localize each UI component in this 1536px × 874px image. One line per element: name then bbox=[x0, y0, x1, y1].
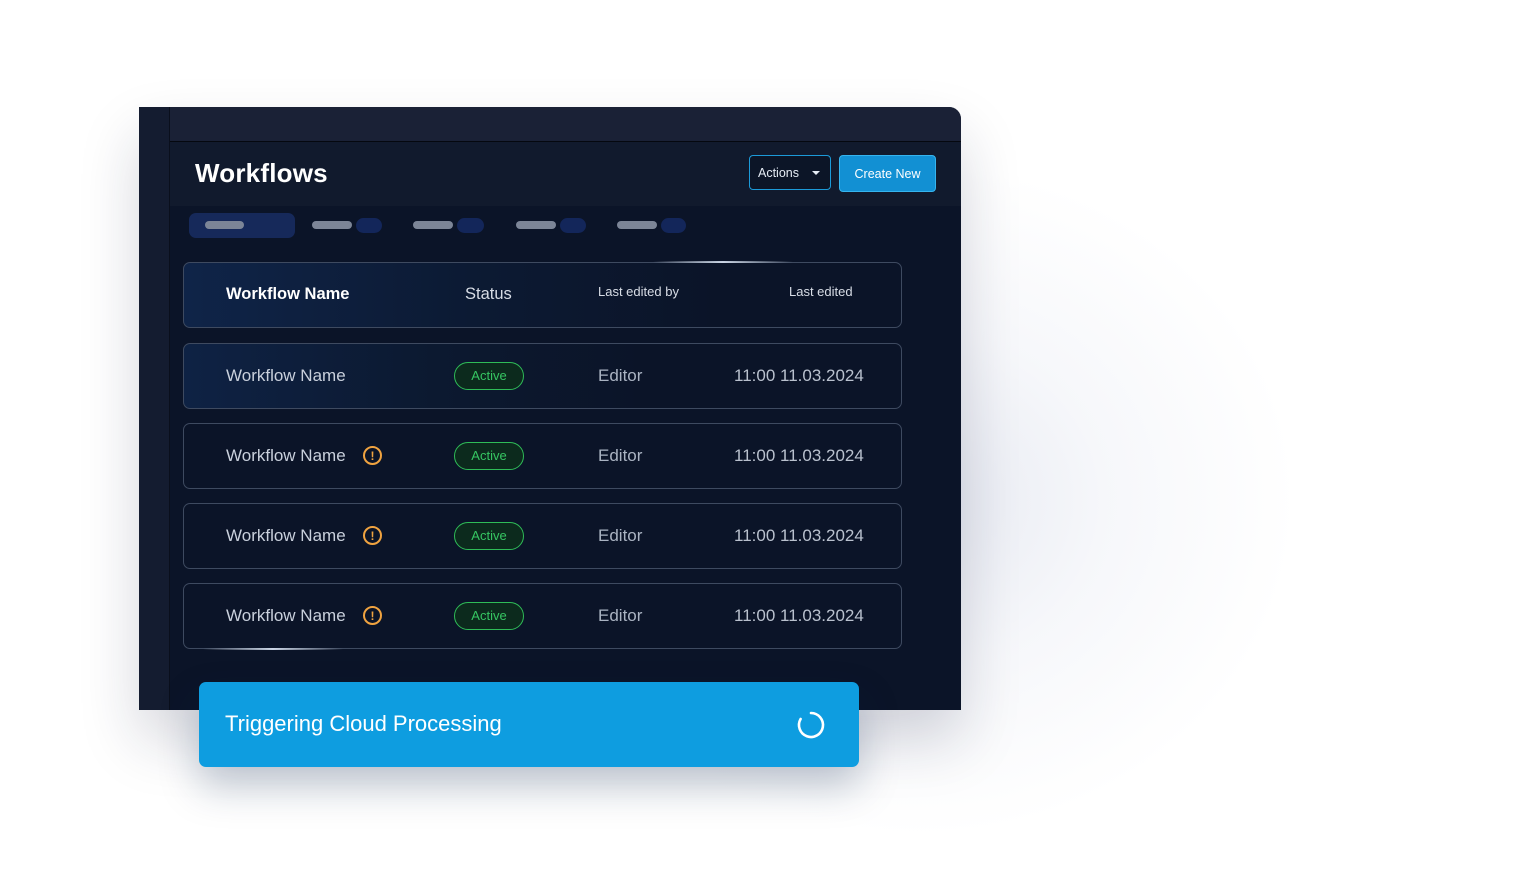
chevron-down-icon bbox=[812, 171, 820, 175]
last-edited-by: Editor bbox=[598, 605, 643, 625]
workflow-name: Workflow Name bbox=[226, 525, 346, 545]
last-edited: 11:00 11.03.2024 bbox=[734, 605, 864, 625]
warning-circle-icon[interactable]: ! bbox=[363, 526, 382, 545]
last-edited: 11:00 11.03.2024 bbox=[734, 445, 864, 465]
last-edited: 11:00 11.03.2024 bbox=[734, 365, 864, 385]
top-bar bbox=[170, 107, 961, 142]
column-header-status[interactable]: Status bbox=[465, 263, 512, 326]
status-badge: Active bbox=[454, 441, 524, 470]
warning-circle-icon[interactable]: ! bbox=[363, 606, 382, 625]
last-edited-by: Editor bbox=[598, 445, 643, 465]
workflow-name: Workflow Name bbox=[226, 605, 346, 625]
column-header-name[interactable]: Workflow Name bbox=[226, 263, 349, 326]
tab-bar bbox=[170, 206, 961, 250]
page-title: Workflows bbox=[195, 158, 328, 188]
workflow-name: Workflow Name bbox=[226, 365, 346, 385]
warning-cell: ! bbox=[363, 584, 382, 647]
page-header: Workflows Actions Create New bbox=[170, 142, 961, 206]
actions-button-label: Actions bbox=[758, 165, 799, 180]
status-cell: Active bbox=[454, 584, 524, 647]
processing-toast: Triggering Cloud Processing bbox=[199, 682, 859, 767]
status-cell: Active bbox=[454, 504, 524, 567]
actions-dropdown-button[interactable]: Actions bbox=[749, 155, 831, 190]
stage: Workflows Actions Create New Workflow Na… bbox=[0, 0, 1536, 874]
warning-circle-icon[interactable]: ! bbox=[363, 446, 382, 465]
sidebar bbox=[139, 107, 170, 710]
footer-edge-highlight bbox=[203, 648, 343, 650]
tab-4-count-placeholder bbox=[560, 218, 586, 233]
status-badge: Active bbox=[454, 521, 524, 550]
status-badge: Active bbox=[454, 601, 524, 630]
warning-cell: ! bbox=[363, 504, 382, 567]
status-cell: Active bbox=[454, 344, 524, 407]
tab-4-placeholder[interactable] bbox=[516, 221, 556, 229]
tab-3-count-placeholder bbox=[457, 218, 484, 233]
table-row[interactable]: Workflow Name ! Active Editor 11:00 11.0… bbox=[183, 503, 902, 569]
tab-2-count-placeholder bbox=[356, 218, 382, 233]
table-header-row: Workflow Name Status Last edited by Last… bbox=[183, 262, 902, 328]
table-row[interactable]: Workflow Name Active Editor 11:00 11.03.… bbox=[183, 343, 902, 409]
table-row[interactable]: Workflow Name ! Active Editor 11:00 11.0… bbox=[183, 423, 902, 489]
tab-5-placeholder[interactable] bbox=[617, 221, 657, 229]
tab-1-placeholder bbox=[205, 221, 244, 229]
toast-message: Triggering Cloud Processing bbox=[225, 711, 502, 736]
spinner-icon bbox=[797, 711, 825, 739]
column-header-last-edited[interactable]: Last edited bbox=[789, 263, 853, 323]
table-row[interactable]: Workflow Name ! Active Editor 11:00 11.0… bbox=[183, 583, 902, 649]
last-edited: 11:00 11.03.2024 bbox=[734, 525, 864, 545]
tab-2-placeholder[interactable] bbox=[312, 221, 352, 229]
tab-3-placeholder[interactable] bbox=[413, 221, 453, 229]
header-edge-highlight bbox=[653, 261, 793, 263]
create-new-button[interactable]: Create New bbox=[839, 155, 936, 192]
warning-cell: ! bbox=[363, 424, 382, 487]
last-edited-by: Editor bbox=[598, 525, 643, 545]
column-header-last-edited-by[interactable]: Last edited by bbox=[598, 263, 679, 323]
workflow-name: Workflow Name bbox=[226, 445, 346, 465]
app-window: Workflows Actions Create New Workflow Na… bbox=[139, 107, 961, 710]
status-cell: Active bbox=[454, 424, 524, 487]
tab-5-count-placeholder bbox=[661, 218, 686, 233]
status-badge: Active bbox=[454, 361, 524, 390]
last-edited-by: Editor bbox=[598, 365, 643, 385]
